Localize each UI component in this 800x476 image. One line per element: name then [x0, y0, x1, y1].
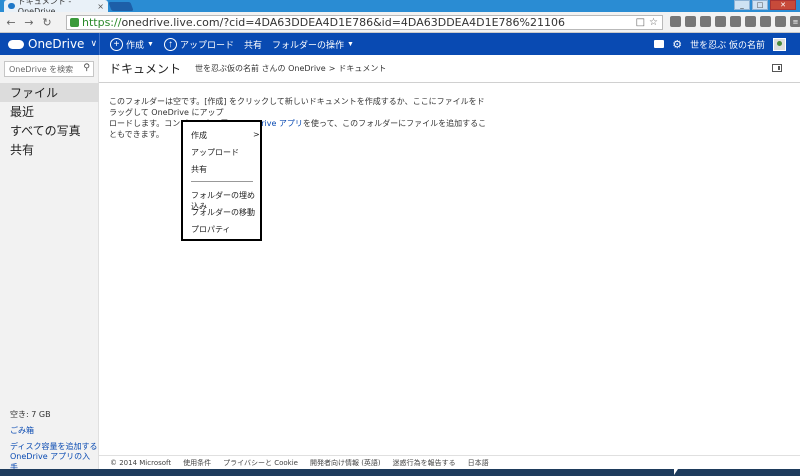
brand[interactable]: OneDrive ∨ — [0, 33, 100, 55]
storage-status: 空き: 7 GB — [10, 409, 51, 419]
tab-close-icon[interactable]: × — [97, 2, 104, 11]
sidebar-item-shared[interactable]: 共有 — [0, 140, 99, 159]
copyright: © 2014 Microsoft — [110, 458, 172, 467]
close-window-button[interactable]: ✕ — [770, 0, 796, 10]
sidebar-footer: 空き: 7 GB ごみ箱 ディスク容量を追加する OneDrive アプリの入手 — [10, 406, 98, 473]
details-pane-icon[interactable] — [772, 64, 782, 72]
browser-tab-bar: ドキュメント - OneDrive × _ □ ✕ — [0, 0, 800, 16]
chevron-down-icon: ∨ — [90, 39, 98, 49]
chevron-right-icon: > — [253, 130, 260, 139]
upload-icon: ↑ — [163, 37, 177, 51]
mouse-cursor-icon — [674, 469, 678, 475]
privacy-link[interactable]: プライバシーと Cookie — [223, 458, 298, 468]
breadcrumb-current: ドキュメント — [338, 64, 387, 73]
upload-button[interactable]: ↑ アップロード — [163, 33, 234, 55]
folder-actions-button[interactable]: フォルダーの操作 ▼ — [272, 33, 354, 55]
sidebar-item-files[interactable]: ファイル — [0, 83, 99, 102]
page-icon[interactable]: □ — [636, 17, 645, 28]
extension-icon[interactable] — [775, 16, 786, 27]
sidebar-item-all-photos[interactable]: すべての写真 — [0, 121, 99, 140]
share-label: 共有 — [243, 39, 262, 50]
sidebar-nav: ファイル 最近 すべての写真 共有 — [0, 83, 99, 159]
breadcrumb-separator: > — [328, 64, 336, 73]
lock-icon — [70, 18, 79, 27]
onedrive-app-bar: OneDrive ∨ + 作成 ▼ ↑ アップロード 共有 フォルダーの操作 ▼… — [0, 33, 800, 55]
create-label: 作成 — [126, 39, 145, 50]
search-placeholder: OneDrive を検索 — [9, 64, 74, 74]
get-apps-link[interactable]: OneDrive アプリの入手 — [10, 452, 98, 472]
brand-name: OneDrive — [28, 37, 85, 51]
bookmark-star-icon[interactable]: ☆ — [649, 17, 658, 28]
menu-item-share[interactable]: 共有 — [191, 164, 207, 175]
search-input[interactable]: OneDrive を検索 ⚲ — [4, 61, 94, 77]
breadcrumb-owner[interactable]: 世を忍ぶ仮の名前 さんの OneDrive — [195, 63, 326, 74]
main-content: ドキュメント 世を忍ぶ仮の名前 さんの OneDrive > ドキュメント この… — [99, 55, 800, 455]
user-name[interactable]: 世を忍ぶ 仮の名前 — [690, 38, 765, 51]
extension-icon[interactable] — [670, 16, 681, 27]
plus-icon: + — [110, 37, 123, 51]
url-text: onedrive.live.com/?cid=4DA63DDEA4D1E786&… — [121, 16, 565, 29]
menu-item-move-folder[interactable]: フォルダーの移動 — [191, 207, 255, 218]
create-button[interactable]: + 作成 ▼ — [110, 33, 154, 55]
reload-icon[interactable]: ↻ — [40, 15, 54, 29]
share-button[interactable]: 共有 — [244, 33, 262, 55]
language-link[interactable]: 日本語 — [468, 458, 489, 468]
search-icon[interactable]: ⚲ — [83, 63, 90, 73]
extension-icon[interactable] — [700, 16, 711, 27]
menu-item-properties[interactable]: プロパティ — [191, 224, 231, 235]
extension-icon[interactable] — [730, 16, 741, 27]
developers-link[interactable]: 開発者向け情報 (英語) — [310, 458, 381, 468]
menu-item-upload[interactable]: アップロード — [191, 147, 239, 158]
folder-header: ドキュメント 世を忍ぶ仮の名前 さんの OneDrive > ドキュメント — [99, 55, 800, 83]
extension-icon[interactable] — [760, 16, 771, 27]
onedrive-cloud-icon — [8, 39, 24, 49]
avatar[interactable] — [773, 37, 786, 51]
browser-tab[interactable]: ドキュメント - OneDrive × — [4, 0, 108, 16]
chat-icon[interactable] — [654, 40, 665, 48]
terms-link[interactable]: 使用条件 — [183, 458, 211, 468]
address-bar[interactable]: https:// onedrive.live.com/?cid=4DA63DDE… — [66, 15, 663, 30]
extension-icons: ≡ — [670, 16, 800, 27]
new-tab-button[interactable] — [108, 2, 134, 11]
menu-item-create-label: 作成 — [191, 131, 207, 140]
url-scheme: https:// — [82, 16, 122, 29]
report-abuse-link[interactable]: 迷惑行為を報告する — [393, 458, 456, 468]
window-controls: _ □ ✕ — [734, 0, 796, 10]
extension-icon[interactable] — [745, 16, 756, 27]
empty-line-1: このフォルダーは空です。[作成] をクリックして新しいドキュメントを作成するか、… — [109, 97, 485, 117]
upload-label: アップロード — [179, 39, 234, 50]
gear-icon[interactable]: ⚙ — [672, 38, 682, 51]
forward-icon[interactable]: → — [22, 15, 36, 29]
menu-icon[interactable]: ≡ — [790, 16, 800, 27]
empty-line-2: ロードします。コンピューター用の OneDrive アプリを使って、このフォルダ… — [109, 118, 489, 140]
folder-actions-label: フォルダーの操作 — [271, 39, 344, 50]
menu-divider — [191, 181, 253, 182]
sidebar: OneDrive を検索 ⚲ ファイル 最近 すべての写真 共有 空き: 7 G… — [0, 55, 99, 476]
breadcrumb: 世を忍ぶ仮の名前 さんの OneDrive > ドキュメント — [195, 63, 386, 74]
chevron-down-icon: ▼ — [147, 40, 154, 48]
browser-toolbar: ← → ↻ https:// onedrive.live.com/?cid=4D… — [0, 12, 800, 33]
back-icon[interactable]: ← — [4, 15, 18, 29]
onedrive-favicon-icon — [8, 3, 15, 9]
os-taskbar — [0, 469, 800, 476]
recycle-bin-link[interactable]: ごみ箱 — [10, 422, 98, 438]
extension-icon[interactable] — [685, 16, 696, 27]
page-footer: © 2014 Microsoft 使用条件 プライバシーと Cookie 開発者… — [99, 455, 800, 469]
maximize-button[interactable]: □ — [752, 0, 768, 10]
context-menu: 作成 > アップロード 共有 フォルダーの埋め込み フォルダーの移動 プロパティ — [181, 120, 262, 241]
page-title: ドキュメント — [109, 62, 182, 76]
extension-icon[interactable] — [715, 16, 726, 27]
sidebar-item-recent[interactable]: 最近 — [0, 102, 99, 121]
chevron-down-icon: ▼ — [347, 40, 354, 48]
minimize-button[interactable]: _ — [734, 0, 750, 10]
menu-item-create[interactable]: 作成 > — [191, 130, 260, 141]
empty-folder-message: このフォルダーは空です。[作成] をクリックして新しいドキュメントを作成するか、… — [109, 96, 489, 140]
